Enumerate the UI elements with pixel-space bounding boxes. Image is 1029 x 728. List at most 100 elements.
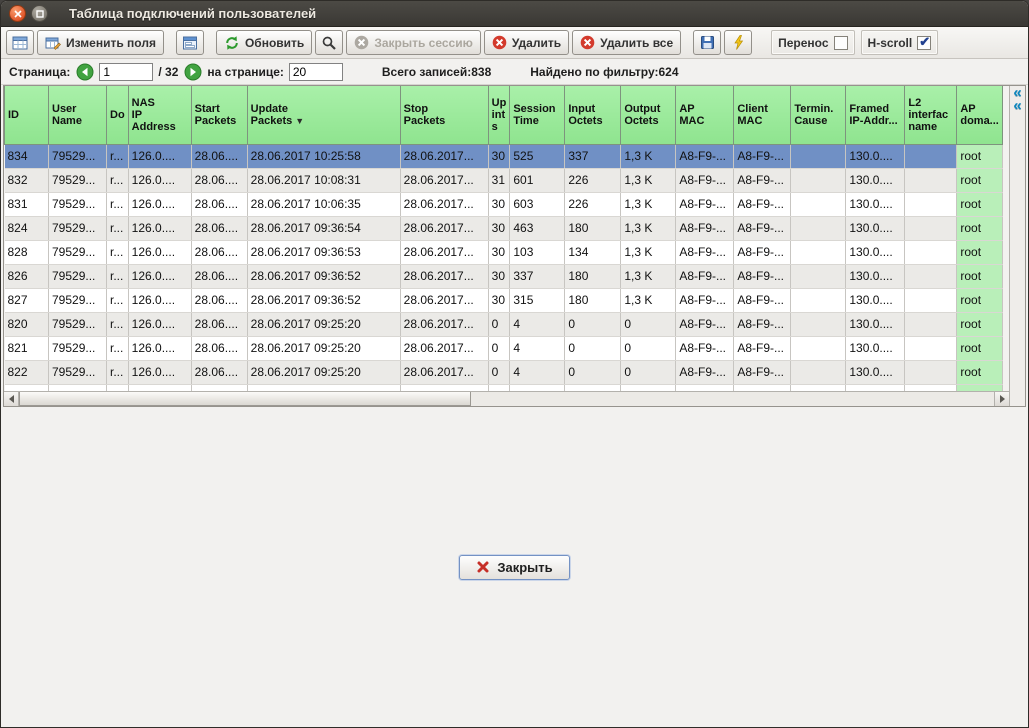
column-header-user_name[interactable]: User Name	[49, 86, 107, 144]
maximize-window-button[interactable]	[31, 5, 48, 22]
cell-termin_cause	[791, 384, 846, 391]
table-edit-icon	[45, 35, 61, 51]
window-title: Таблица подключений пользователей	[69, 6, 316, 21]
arrow-left-icon	[76, 63, 94, 81]
lightning-button[interactable]	[724, 30, 752, 55]
column-header-input_octets[interactable]: Input Octets	[565, 86, 621, 144]
cell-nas_ip_address: 126.0....	[128, 312, 191, 336]
column-header-output_octets[interactable]: Output Octets	[621, 86, 676, 144]
data-grid: IDUser Name DoNAS IP AddressStart Packets…	[3, 85, 1026, 407]
cell-domain: r...	[107, 312, 129, 336]
cell-update_packets: 28.06.2017 10:25:58	[247, 144, 400, 168]
table-row[interactable]: 82279529...r...126.0....28.06....28.06.2…	[5, 360, 1003, 384]
cell-output_octets: 0	[621, 360, 676, 384]
wrap-toggle-group: Перенос	[771, 30, 854, 55]
hscroll-checkbox[interactable]	[917, 36, 931, 50]
form-button[interactable]	[176, 30, 204, 55]
refresh-label: Обновить	[245, 36, 304, 50]
cell-termin_cause	[791, 168, 846, 192]
cell-nas_ip_address: 126.0....	[128, 240, 191, 264]
cell-user_name: 79529...	[49, 144, 107, 168]
cell-ap_domain: root	[957, 312, 1003, 336]
cell-domain: r...	[107, 384, 129, 391]
table-row[interactable]: 83179529...r...126.0....28.06....28.06.2…	[5, 192, 1003, 216]
horizontal-scrollbar[interactable]	[4, 391, 1009, 406]
cell-ap_mac: A8-F9-...	[676, 336, 734, 360]
table-row[interactable]: 82379529...r...126.0....28.06....28.06.2…	[5, 384, 1003, 391]
column-label: User Name	[52, 103, 82, 127]
cell-id: 824	[5, 216, 49, 240]
column-header-stop_packets[interactable]: Stop Packets	[400, 86, 488, 144]
delete-all-button[interactable]: Удалить все	[572, 30, 681, 55]
cell-ap_domain: root	[957, 216, 1003, 240]
refresh-button[interactable]: Обновить	[216, 30, 312, 55]
cell-framed_ip_addr: 130.0....	[846, 288, 905, 312]
close-button-label: Закрыть	[497, 560, 552, 575]
grid-view-button[interactable]	[6, 30, 34, 55]
cell-update_packets: 28.06.2017 09:25:20	[247, 312, 400, 336]
scroll-left-button[interactable]	[4, 392, 19, 406]
table-header-row: IDUser Name DoNAS IP AddressStart Packets…	[5, 86, 1003, 144]
close-window-button[interactable]	[9, 5, 26, 22]
table-row[interactable]: 82879529...r...126.0....28.06....28.06.2…	[5, 240, 1003, 264]
column-header-framed_ip_addr[interactable]: Framed IP-Addr...	[846, 86, 905, 144]
cell-ap_domain: root	[957, 360, 1003, 384]
next-page-button[interactable]	[183, 62, 202, 81]
cell-nas_ip_address: 126.0....	[128, 216, 191, 240]
grid-icon	[12, 35, 28, 51]
cell-output_octets: 1,3 K	[621, 288, 676, 312]
cell-l2_interface_name	[905, 240, 957, 264]
connections-table: IDUser Name DoNAS IP AddressStart Packets…	[4, 86, 1003, 391]
form-icon	[182, 35, 198, 51]
column-header-up_int_s[interactable]: Up int s	[488, 86, 510, 144]
cell-start_packets: 28.06....	[191, 192, 247, 216]
table-row[interactable]: 82779529...r...126.0....28.06....28.06.2…	[5, 288, 1003, 312]
cell-input_octets: 226	[565, 168, 621, 192]
cell-id: 820	[5, 312, 49, 336]
delete-all-label: Удалить все	[600, 36, 673, 50]
table-row[interactable]: 82079529...r...126.0....28.06....28.06.2…	[5, 312, 1003, 336]
column-header-ap_mac[interactable]: AP MAC	[676, 86, 734, 144]
scroll-right-button[interactable]	[994, 392, 1009, 406]
close-icon	[14, 10, 22, 18]
page-input[interactable]	[99, 63, 153, 81]
column-header-domain[interactable]: Do	[107, 86, 129, 144]
cell-l2_interface_name	[905, 216, 957, 240]
column-header-start_packets[interactable]: Start Packets	[191, 86, 247, 144]
table-row[interactable]: 83279529...r...126.0....28.06....28.06.2…	[5, 168, 1003, 192]
column-header-termin_cause[interactable]: Termin. Cause	[791, 86, 846, 144]
save-button[interactable]	[693, 30, 721, 55]
column-header-id[interactable]: ID	[5, 86, 49, 144]
cell-up_int_s: 0	[488, 312, 510, 336]
column-header-l2_interface_name[interactable]: L2 interfac name	[905, 86, 957, 144]
collapse-left-icon-2[interactable]: «	[1013, 99, 1021, 112]
search-button[interactable]	[315, 30, 343, 55]
close-session-button[interactable]: Закрыть сессию	[346, 30, 481, 55]
cell-up_int_s: 31	[488, 168, 510, 192]
column-header-update_packets[interactable]: Update Packets▼	[247, 86, 400, 144]
cell-framed_ip_addr: 130.0....	[846, 240, 905, 264]
per-page-input[interactable]	[289, 63, 343, 81]
table-row[interactable]: 82679529...r...126.0....28.06....28.06.2…	[5, 264, 1003, 288]
column-header-nas_ip_address[interactable]: NAS IP Address	[128, 86, 191, 144]
cell-start_packets: 28.06....	[191, 384, 247, 391]
wrap-checkbox[interactable]	[834, 36, 848, 50]
scrollbar-thumb[interactable]	[19, 392, 471, 406]
table-row[interactable]: 82179529...r...126.0....28.06....28.06.2…	[5, 336, 1003, 360]
close-button[interactable]: Закрыть	[459, 555, 569, 580]
column-header-ap_domain[interactable]: AP doma...	[957, 86, 1003, 144]
cell-start_packets: 28.06....	[191, 312, 247, 336]
delete-button[interactable]: Удалить	[484, 30, 569, 55]
cell-start_packets: 28.06....	[191, 336, 247, 360]
table-row[interactable]: 83479529...r...126.0....28.06....28.06.2…	[5, 144, 1003, 168]
edit-fields-button[interactable]: Изменить поля	[37, 30, 164, 55]
cell-user_name: 79529...	[49, 216, 107, 240]
cell-stop_packets: 28.06.2017...	[400, 360, 488, 384]
prev-page-button[interactable]	[75, 62, 94, 81]
maximize-icon	[36, 10, 44, 18]
table-row[interactable]: 82479529...r...126.0....28.06....28.06.2…	[5, 216, 1003, 240]
cell-session_time: 315	[510, 288, 565, 312]
column-header-session_time[interactable]: Session Time	[510, 86, 565, 144]
cell-update_packets: 28.06.2017 09:36:54	[247, 216, 400, 240]
column-header-client_mac[interactable]: Client MAC	[734, 86, 791, 144]
